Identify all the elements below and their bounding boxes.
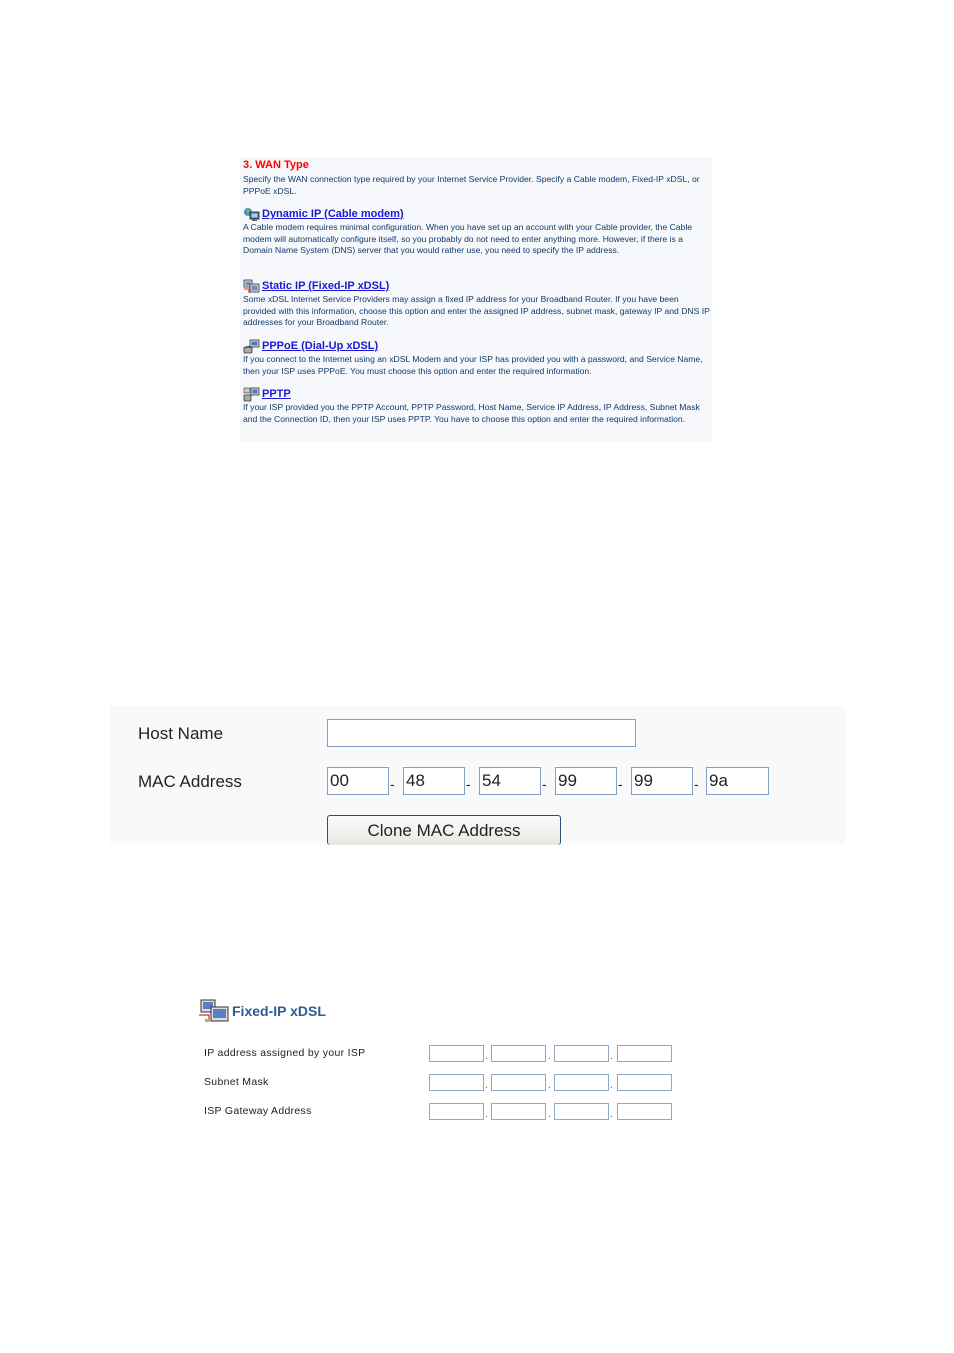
subnet-mask-octet-1-input[interactable]: [429, 1074, 484, 1091]
clone-mac-address-button[interactable]: Clone MAC Address: [327, 815, 561, 845]
fixed-ip-title: Fixed-IP xDSL: [232, 1003, 326, 1019]
mac-separator: -: [618, 776, 623, 792]
ip-separator: .: [485, 1109, 488, 1120]
ip-separator: .: [548, 1080, 551, 1091]
subnet-mask-octet-2-input[interactable]: [491, 1074, 546, 1091]
mac-address-label: MAC Address: [138, 772, 242, 791]
gateway-octet-1-input[interactable]: [429, 1103, 484, 1120]
pptp-description: If your ISP provided you the PPTP Accoun…: [243, 402, 700, 424]
dialup-modem-icon: [243, 339, 260, 354]
wan-option-pppoe: PPPoE (Dial-Up xDSL) If you connect to t…: [243, 338, 711, 377]
mac-octet-4-input[interactable]: [555, 767, 617, 795]
gateway-octet-2-input[interactable]: [491, 1103, 546, 1120]
mac-octet-3-input[interactable]: [479, 767, 541, 795]
host-name-input[interactable]: [327, 719, 636, 747]
ip-separator: .: [610, 1051, 613, 1062]
gateway-octet-4-input[interactable]: [617, 1103, 672, 1120]
wan-option-dynamic-ip: Dynamic IP (Cable modem) A Cable modem r…: [243, 206, 711, 257]
wan-type-description: Specify the WAN connection type required…: [243, 174, 700, 196]
host-name-label: Host Name: [138, 724, 224, 743]
dynamic-ip-link[interactable]: Dynamic IP (Cable modem): [262, 208, 404, 220]
dynamic-ip-form: Host Name MAC Address - - - - - Clone MA…: [110, 706, 845, 845]
vpn-icon: [243, 387, 260, 402]
ip-address-octet-1-input[interactable]: [429, 1045, 484, 1062]
ip-address-octet-2-input[interactable]: [491, 1045, 546, 1062]
ip-separator: .: [485, 1080, 488, 1091]
subnet-mask-label: Subnet Mask: [204, 1076, 269, 1088]
computers-icon: [243, 279, 260, 294]
ip-separator: .: [610, 1080, 613, 1091]
ip-address-octet-4-input[interactable]: [617, 1045, 672, 1062]
ip-separator: .: [610, 1109, 613, 1120]
pptp-link[interactable]: PPTP: [262, 388, 291, 400]
wan-type-panel: 3. WAN Type Specify the WAN connection t…: [240, 157, 712, 441]
ip-separator: .: [485, 1051, 488, 1062]
wan-type-title: 3. WAN Type: [243, 159, 309, 171]
computers-icon: [198, 999, 230, 1023]
mac-octet-2-input[interactable]: [403, 767, 465, 795]
subnet-mask-octet-3-input[interactable]: [554, 1074, 609, 1091]
mac-separator: -: [542, 776, 547, 792]
mac-separator: -: [694, 776, 699, 792]
static-ip-description: Some xDSL Internet Service Providers may…: [243, 294, 710, 327]
fixed-ip-form: Fixed-IP xDSL IP address assigned by you…: [196, 995, 766, 1127]
wan-option-static-ip: Static IP (Fixed-IP xDSL) Some xDSL Inte…: [243, 278, 711, 329]
subnet-mask-octet-4-input[interactable]: [617, 1074, 672, 1091]
network-globe-icon: [243, 207, 260, 222]
gateway-octet-3-input[interactable]: [554, 1103, 609, 1120]
static-ip-link[interactable]: Static IP (Fixed-IP xDSL): [262, 280, 389, 292]
mac-octet-1-input[interactable]: [327, 767, 389, 795]
pppoe-link[interactable]: PPPoE (Dial-Up xDSL): [262, 340, 378, 352]
ip-address-octet-3-input[interactable]: [554, 1045, 609, 1062]
wan-option-pptp: PPTP If your ISP provided you the PPTP A…: [243, 386, 711, 425]
pppoe-description: If you connect to the Internet using an …: [243, 354, 703, 376]
mac-octet-6-input[interactable]: [706, 767, 769, 795]
mac-separator: -: [390, 776, 395, 792]
ip-separator: .: [548, 1109, 551, 1120]
mac-octet-5-input[interactable]: [631, 767, 693, 795]
ip-separator: .: [548, 1051, 551, 1062]
dynamic-ip-description: A Cable modem requires minimal configura…: [243, 222, 693, 255]
ip-address-label: IP address assigned by your ISP: [204, 1047, 366, 1059]
mac-separator: -: [466, 776, 471, 792]
gateway-label: ISP Gateway Address: [204, 1105, 312, 1117]
